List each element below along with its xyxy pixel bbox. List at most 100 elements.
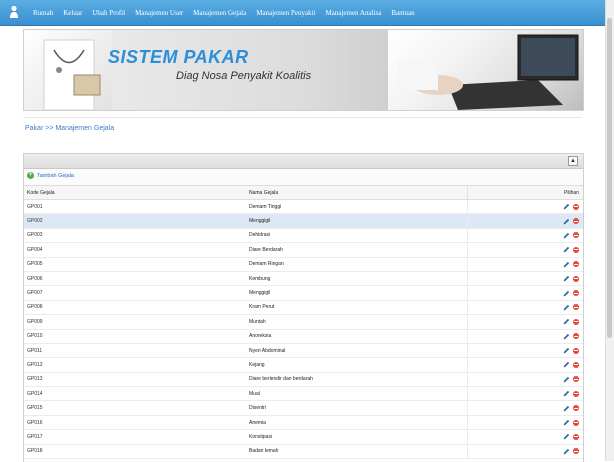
cell-nama: Muntah bbox=[246, 314, 468, 330]
delete-icon[interactable] bbox=[573, 361, 579, 368]
table-row[interactable]: GP010 Anoreksia bbox=[24, 329, 583, 344]
table-row[interactable]: GP008 Kram Perut bbox=[24, 300, 583, 316]
delete-icon[interactable] bbox=[573, 232, 579, 239]
delete-icon[interactable] bbox=[573, 405, 579, 412]
breadcrumb-area: Pakar >> Manajemen Gejala bbox=[23, 117, 582, 146]
pencil-icon[interactable] bbox=[563, 232, 570, 239]
table-row[interactable]: GP009 Muntah bbox=[24, 314, 583, 330]
delete-icon[interactable] bbox=[573, 261, 579, 268]
delete-icon[interactable] bbox=[573, 333, 579, 340]
pencil-icon[interactable] bbox=[563, 218, 570, 225]
cell-nama: Menggigil bbox=[246, 213, 468, 229]
cell-pilihan bbox=[467, 343, 583, 359]
grid-toolbar: + Tambah Gejala bbox=[24, 169, 583, 186]
column-header-nama[interactable]: Nama Gejala bbox=[246, 186, 468, 200]
cell-pilihan bbox=[467, 213, 583, 229]
cell-pilihan bbox=[467, 257, 583, 272]
nav-manajemen-analisa[interactable]: Manajemen Analisa bbox=[326, 9, 382, 17]
delete-icon[interactable] bbox=[573, 390, 579, 397]
cell-nama: Kram Perut bbox=[246, 300, 468, 316]
delete-icon[interactable] bbox=[573, 376, 579, 383]
pencil-icon[interactable] bbox=[563, 318, 570, 325]
pencil-icon[interactable] bbox=[563, 261, 570, 268]
nav-manajemen-gejala[interactable]: Manajemen Gejala bbox=[193, 9, 246, 17]
table-row[interactable]: GP011 Nyeri Abdominal bbox=[24, 343, 583, 359]
cell-nama: Demam Ringan bbox=[246, 257, 468, 272]
cell-pilihan bbox=[467, 329, 583, 344]
cell-pilihan bbox=[467, 285, 583, 301]
nav-keluar[interactable]: Keluar bbox=[63, 9, 82, 17]
pencil-icon[interactable] bbox=[563, 361, 570, 368]
pencil-icon[interactable] bbox=[563, 376, 570, 383]
cell-nama: Anoreksia bbox=[246, 329, 468, 344]
add-gejala-button[interactable]: + Tambah Gejala bbox=[27, 172, 74, 179]
cell-pilihan bbox=[467, 199, 583, 215]
user-icon[interactable] bbox=[9, 5, 19, 19]
cell-pilihan bbox=[467, 415, 583, 431]
table-row[interactable]: GP001 Demam Tinggi bbox=[24, 199, 583, 215]
column-header-pilihan[interactable]: Pilihan bbox=[467, 186, 583, 200]
nav-manajemen-penyakit[interactable]: Manajemen Penyakit bbox=[256, 9, 315, 17]
table-row[interactable]: GP012 Kejang bbox=[24, 357, 583, 373]
cell-kode: GP011 bbox=[24, 343, 246, 359]
column-header-kode[interactable]: Kode Gejala bbox=[24, 186, 246, 200]
delete-icon[interactable] bbox=[573, 318, 579, 325]
page-scrollbar[interactable] bbox=[605, 0, 614, 461]
cell-pilihan bbox=[467, 429, 583, 445]
add-icon: + bbox=[27, 172, 34, 179]
delete-icon[interactable] bbox=[573, 347, 579, 354]
cell-kode: GP007 bbox=[24, 285, 246, 301]
cell-kode: GP004 bbox=[24, 242, 246, 258]
collapse-icon[interactable]: ▲ bbox=[568, 156, 578, 166]
cell-kode: GP013 bbox=[24, 372, 246, 388]
pencil-icon[interactable] bbox=[563, 333, 570, 340]
pencil-icon[interactable] bbox=[563, 448, 570, 455]
pencil-icon[interactable] bbox=[563, 433, 570, 440]
pencil-icon[interactable] bbox=[563, 290, 570, 297]
breadcrumb[interactable]: Pakar >> Manajemen Gejala bbox=[25, 125, 114, 132]
cell-kode: GP003 bbox=[24, 228, 246, 244]
table-row[interactable]: GP003 Dehidrasi bbox=[24, 228, 583, 244]
cell-nama: Anemia bbox=[246, 415, 468, 431]
delete-icon[interactable] bbox=[573, 433, 579, 440]
nav-rumah[interactable]: Rumah bbox=[33, 9, 53, 17]
pencil-icon[interactable] bbox=[563, 275, 570, 282]
table-row[interactable]: GP014 Mual bbox=[24, 386, 583, 402]
cell-pilihan bbox=[467, 400, 583, 416]
doctor-photo bbox=[24, 30, 112, 110]
pencil-icon[interactable] bbox=[563, 347, 570, 354]
pencil-icon[interactable] bbox=[563, 419, 570, 426]
table-row[interactable]: GP017 Konstipasi bbox=[24, 429, 583, 445]
delete-icon[interactable] bbox=[573, 419, 579, 426]
cell-pilihan bbox=[467, 300, 583, 316]
table-row[interactable]: GP007 Menggigil bbox=[24, 285, 583, 301]
delete-icon[interactable] bbox=[573, 304, 579, 311]
pencil-icon[interactable] bbox=[563, 304, 570, 311]
table-row[interactable]: GP006 Kembung bbox=[24, 271, 583, 287]
add-gejala-label: Tambah Gejala bbox=[37, 172, 74, 179]
table-row[interactable]: GP016 Anemia bbox=[24, 415, 583, 431]
nav-manajemen-user[interactable]: Manajemen User bbox=[135, 9, 183, 17]
table-row[interactable]: GP018 Badan lemah bbox=[24, 444, 583, 460]
table-row[interactable]: GP004 Diare Berdarah bbox=[24, 242, 583, 258]
delete-icon[interactable] bbox=[573, 275, 579, 282]
table-row[interactable]: GP015 Disentri bbox=[24, 400, 583, 416]
cell-pilihan bbox=[467, 228, 583, 244]
pencil-icon[interactable] bbox=[563, 246, 570, 253]
delete-icon[interactable] bbox=[573, 448, 579, 455]
delete-icon[interactable] bbox=[573, 218, 579, 225]
delete-icon[interactable] bbox=[573, 246, 579, 253]
table-row[interactable]: GP005 Demam Ringan bbox=[24, 257, 583, 272]
table-row[interactable]: GP002 Menggigil bbox=[24, 213, 583, 229]
nav-bantuan[interactable]: Bantuan bbox=[391, 9, 414, 17]
table-row[interactable]: GP013 Diare berlendir dan berdarah bbox=[24, 372, 583, 388]
delete-icon[interactable] bbox=[573, 290, 579, 297]
pencil-icon[interactable] bbox=[563, 405, 570, 412]
nav-ubah-profil[interactable]: Ubah Profil bbox=[92, 9, 125, 17]
pencil-icon[interactable] bbox=[563, 390, 570, 397]
scrollbar-thumb[interactable] bbox=[607, 18, 612, 338]
cell-nama: Badan lemah bbox=[246, 444, 468, 460]
delete-icon[interactable] bbox=[573, 203, 579, 210]
grid-caption-bar: ▲ bbox=[24, 154, 583, 169]
pencil-icon[interactable] bbox=[563, 203, 570, 210]
